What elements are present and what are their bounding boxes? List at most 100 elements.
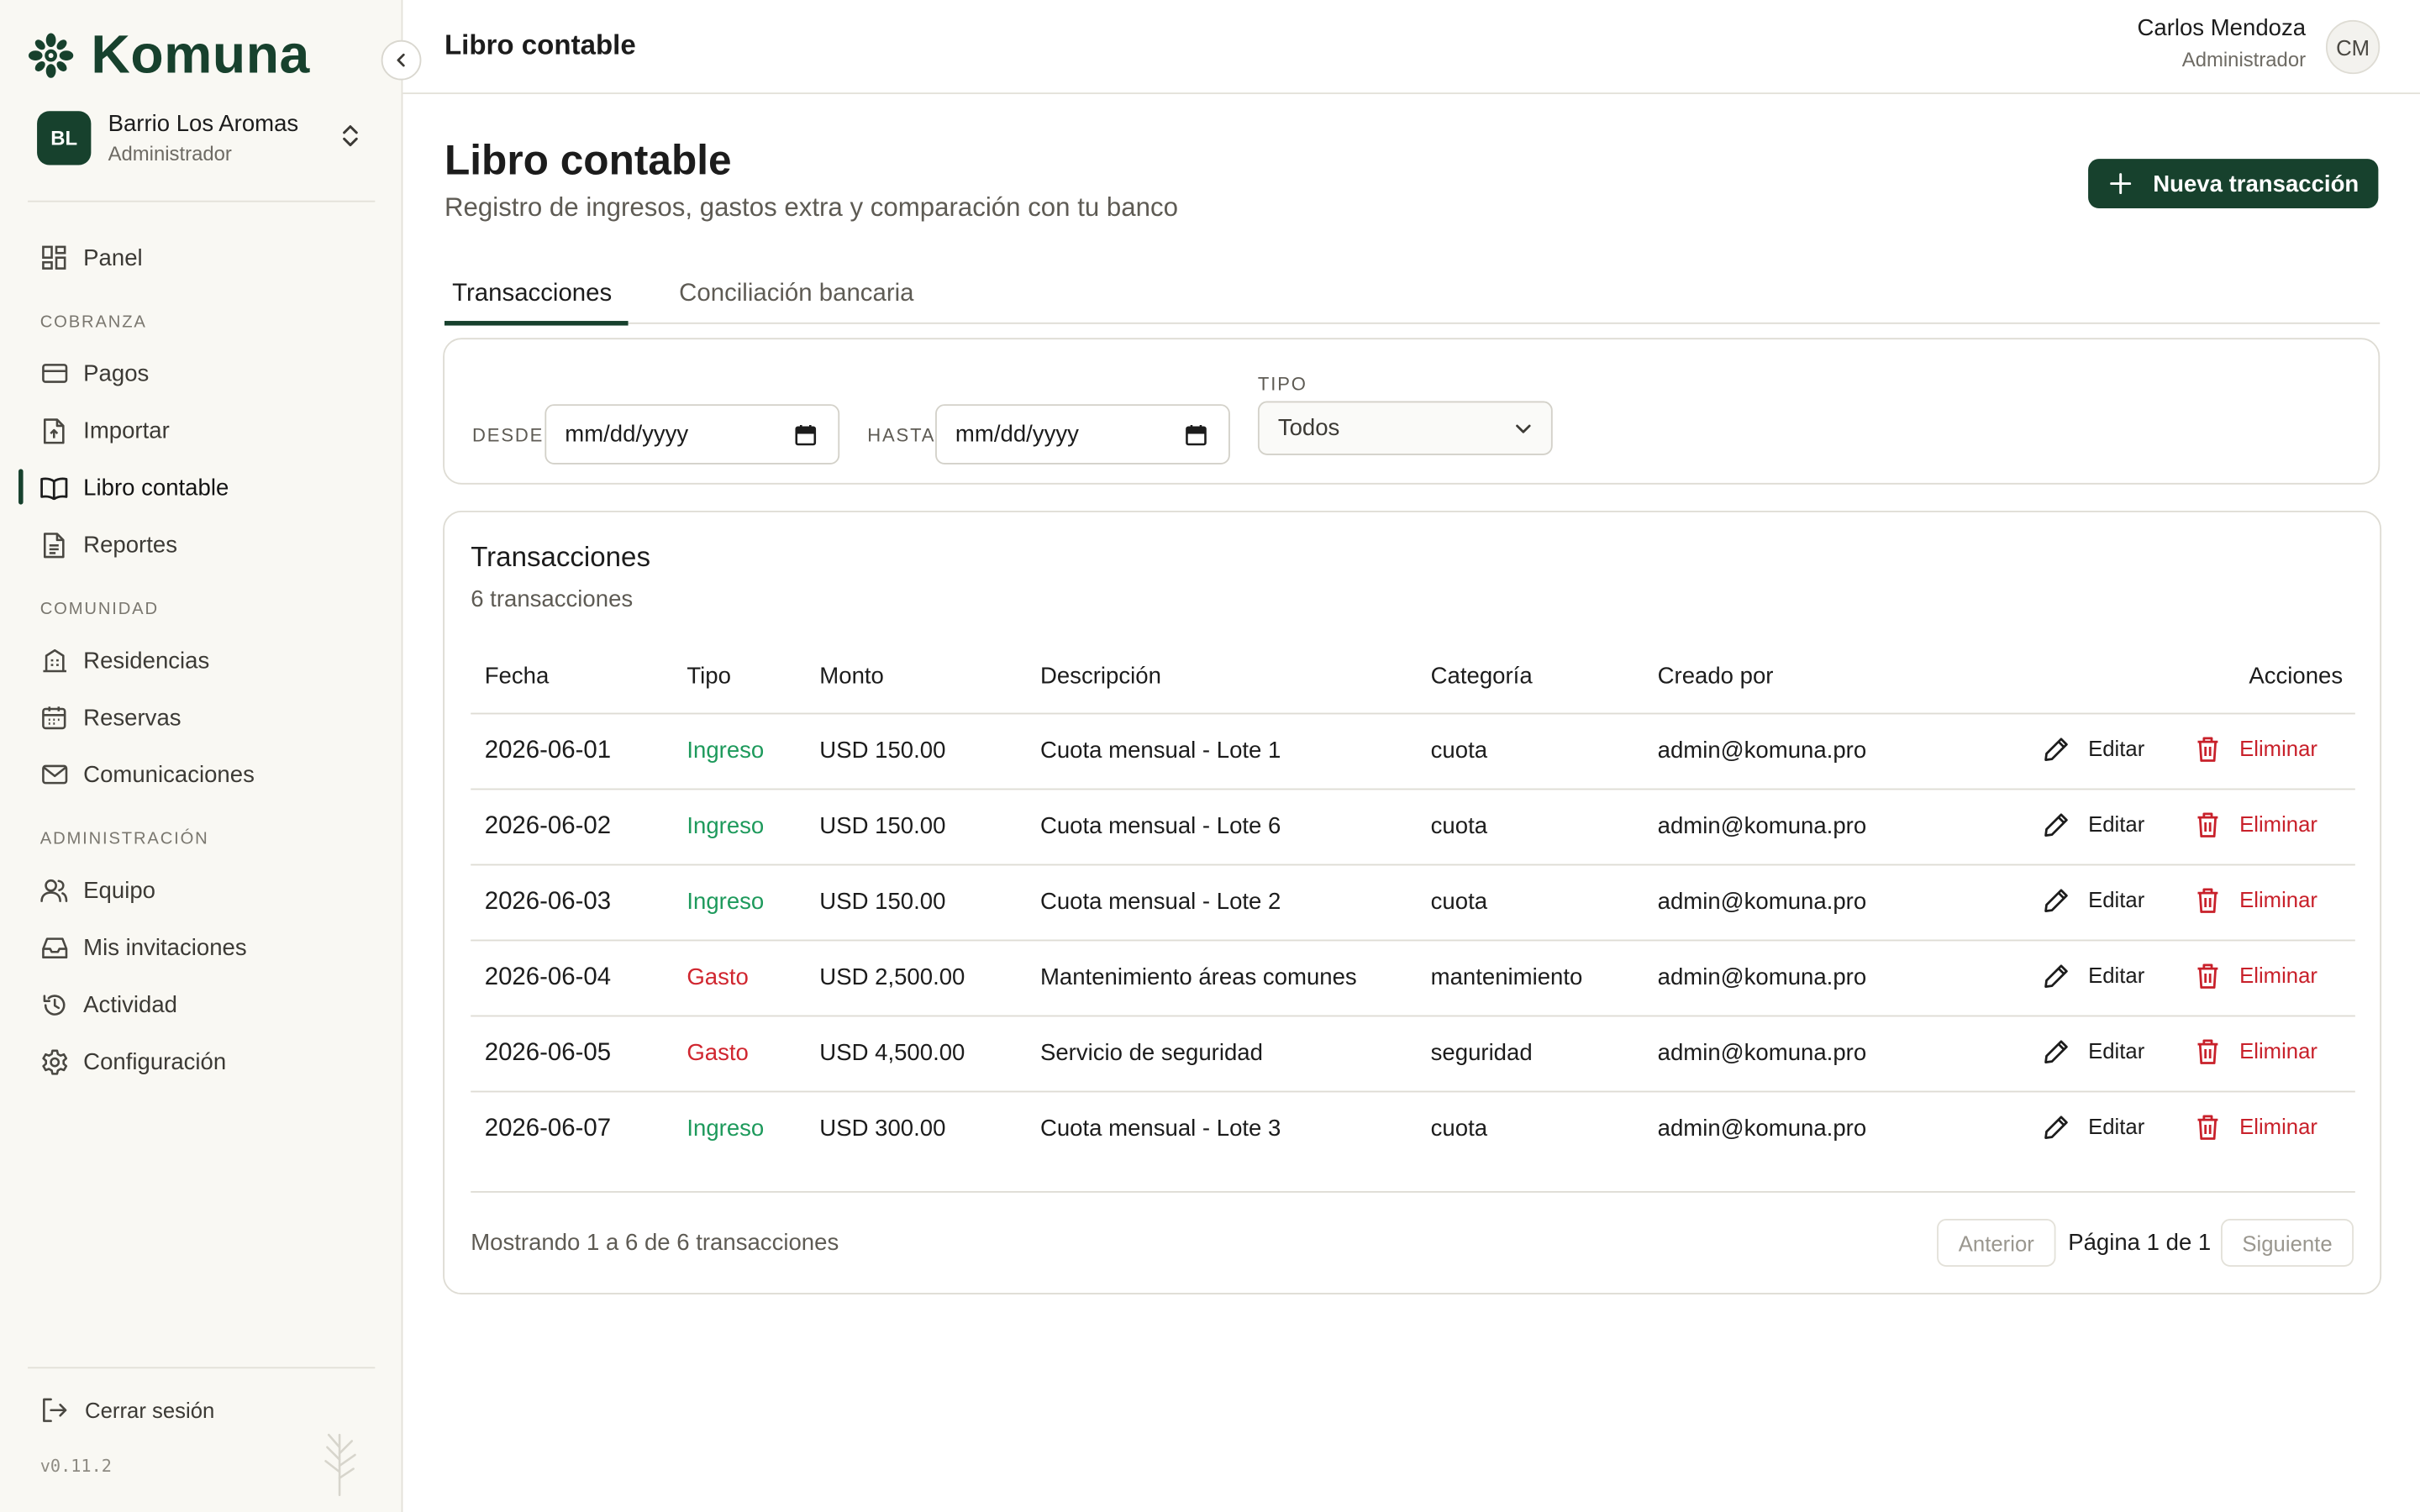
credit-card-icon xyxy=(40,360,68,387)
transactions-card: Transacciones 6 transacciones Fecha Tipo… xyxy=(443,510,2382,1295)
calendar-icon xyxy=(795,425,817,446)
delete-button[interactable]: Eliminar xyxy=(2193,885,2317,913)
sidebar-item-label: Comunicaciones xyxy=(83,761,255,788)
delete-button[interactable]: Eliminar xyxy=(2193,734,2317,762)
new-transaction-label: Nueva transacción xyxy=(2153,170,2360,197)
book-open-icon xyxy=(40,474,68,501)
tab-conciliacion-bancaria[interactable]: Conciliación bancaria xyxy=(679,281,913,308)
column-header[interactable]: Categoría xyxy=(1431,664,1533,690)
delete-label: Eliminar xyxy=(2239,963,2317,988)
trash-icon xyxy=(2193,961,2221,989)
delete-button[interactable]: Eliminar xyxy=(2193,1037,2317,1064)
table-row: 2026-06-03 Ingreso USD 150.00 Cuota mens… xyxy=(471,865,2355,942)
edit-button[interactable]: Editar xyxy=(2042,1112,2144,1140)
komuna-logo-icon xyxy=(28,33,74,78)
cell-tipo: Ingreso xyxy=(687,737,765,764)
avatar[interactable]: CM xyxy=(2325,19,2381,75)
edit-button[interactable]: Editar xyxy=(2042,1037,2144,1064)
cell-monto: USD 150.00 xyxy=(819,737,946,764)
edit-button[interactable]: Editar xyxy=(2042,734,2144,762)
sidebar-item-actividad[interactable]: Actividad xyxy=(40,986,177,1023)
user-info[interactable]: Carlos Mendoza Administrador xyxy=(2137,15,2306,71)
active-indicator xyxy=(18,469,24,505)
pencil-icon xyxy=(2042,885,2070,913)
brand-name: Komuna xyxy=(91,24,310,86)
delete-button[interactable]: Eliminar xyxy=(2193,1112,2317,1140)
sidebar-item-label: Actividad xyxy=(83,991,177,1018)
tab-transacciones[interactable]: Transacciones xyxy=(452,281,612,308)
pencil-icon xyxy=(2042,1037,2070,1064)
sidebar-item-mis-invitaciones[interactable]: Mis invitaciones xyxy=(40,929,247,966)
sidebar-item-comunicaciones[interactable]: Comunicaciones xyxy=(40,756,255,793)
sidebar-item-equipo[interactable]: Equipo xyxy=(40,872,155,909)
sidebar-item-reservas[interactable]: Reservas xyxy=(40,699,182,736)
new-transaction-button[interactable]: Nueva transacción xyxy=(2088,159,2379,208)
pagination-summary: Mostrando 1 a 6 de 6 transacciones xyxy=(471,1229,839,1257)
column-header[interactable]: Tipo xyxy=(687,664,731,690)
next-page-button[interactable]: Siguiente xyxy=(2221,1219,2354,1267)
column-header: Acciones xyxy=(2249,663,2344,690)
edit-label: Editar xyxy=(2088,811,2145,837)
edit-label: Editar xyxy=(2088,1038,2145,1063)
sidebar-item-panel[interactable]: Panel xyxy=(40,239,143,276)
cell-monto: USD 150.00 xyxy=(819,812,946,840)
page-indicator: Página 1 de 1 xyxy=(2068,1229,2212,1257)
cell-descripcion: Cuota mensual - Lote 1 xyxy=(1039,737,1281,764)
column-header[interactable]: Monto xyxy=(819,664,884,690)
column-header[interactable]: Descripción xyxy=(1040,664,1161,690)
column-header[interactable]: Fecha xyxy=(485,664,550,690)
table-row: 2026-06-07 Ingreso USD 300.00 Cuota mens… xyxy=(471,1092,2355,1168)
trash-icon xyxy=(2193,1112,2221,1140)
brand[interactable]: Komuna xyxy=(28,24,310,86)
table-footer-divider xyxy=(471,1190,2355,1193)
cell-fecha: 2026-06-04 xyxy=(484,963,612,991)
logout-label: Cerrar sesión xyxy=(85,1398,215,1423)
sidebar-item-importar[interactable]: Importar xyxy=(40,412,170,449)
cell-descripcion: Servicio de seguridad xyxy=(1039,1039,1263,1067)
cell-tipo: Gasto xyxy=(687,963,749,991)
logout-icon xyxy=(40,1396,68,1424)
building-icon xyxy=(40,647,68,675)
gear-icon xyxy=(40,1047,68,1075)
edit-button[interactable]: Editar xyxy=(2042,885,2144,913)
cell-monto: USD 300.00 xyxy=(819,1115,946,1142)
transactions-count: 6 transacciones xyxy=(471,585,634,613)
cell-fecha: 2026-06-05 xyxy=(484,1039,612,1067)
users-icon xyxy=(40,876,68,904)
cell-tipo: Ingreso xyxy=(687,888,765,916)
cell-creado-por: admin@komuna.pro xyxy=(1657,1115,1867,1142)
sidebar-item-libro-contable[interactable]: Libro contable xyxy=(40,469,229,506)
version-label: v0.11.2 xyxy=(39,1456,112,1477)
sidebar-item-configuracion[interactable]: Configuración xyxy=(40,1043,226,1080)
logout-button[interactable]: Cerrar sesión xyxy=(40,1392,215,1429)
column-header[interactable]: Creado por xyxy=(1658,664,1774,690)
cell-monto: USD 2,500.00 xyxy=(819,963,965,991)
sidebar-item-reportes[interactable]: Reportes xyxy=(40,526,177,563)
delete-button[interactable]: Eliminar xyxy=(2193,810,2317,837)
desde-date-value: mm/dd/yyyy xyxy=(565,421,689,448)
delete-button[interactable]: Eliminar xyxy=(2193,961,2317,989)
history-icon xyxy=(40,990,68,1018)
previous-page-button[interactable]: Anterior xyxy=(1937,1219,2056,1267)
edit-button[interactable]: Editar xyxy=(2042,810,2144,837)
hasta-date-value: mm/dd/yyyy xyxy=(955,421,1079,448)
trash-icon xyxy=(2193,885,2221,913)
cell-fecha: 2026-06-02 xyxy=(484,812,612,840)
edit-button[interactable]: Editar xyxy=(2042,961,2144,989)
sidebar-item-label: Importar xyxy=(83,417,170,444)
desde-date-input[interactable]: mm/dd/yyyy xyxy=(544,404,840,465)
sidebar-item-pagos[interactable]: Pagos xyxy=(40,354,150,391)
org-switcher[interactable]: BL Barrio Los Aromas Administrador xyxy=(37,107,367,168)
sidebar-divider xyxy=(28,200,376,202)
hasta-date-input[interactable]: mm/dd/yyyy xyxy=(935,404,1230,465)
table-row: 2026-06-05 Gasto USD 4,500.00 Servicio d… xyxy=(471,1016,2355,1093)
sidebar-item-residencias[interactable]: Residencias xyxy=(40,642,209,679)
cell-creado-por: admin@komuna.pro xyxy=(1657,1039,1867,1067)
user-role: Administrador xyxy=(2181,47,2307,71)
collapse-sidebar-button[interactable] xyxy=(381,39,422,81)
tipo-select[interactable]: Todos xyxy=(1257,401,1553,455)
sidebar-item-label: Reservas xyxy=(83,704,182,731)
cell-creado-por: admin@komuna.pro xyxy=(1657,737,1867,764)
active-tab-underline xyxy=(444,321,629,326)
chevron-down-icon xyxy=(1516,424,1531,433)
